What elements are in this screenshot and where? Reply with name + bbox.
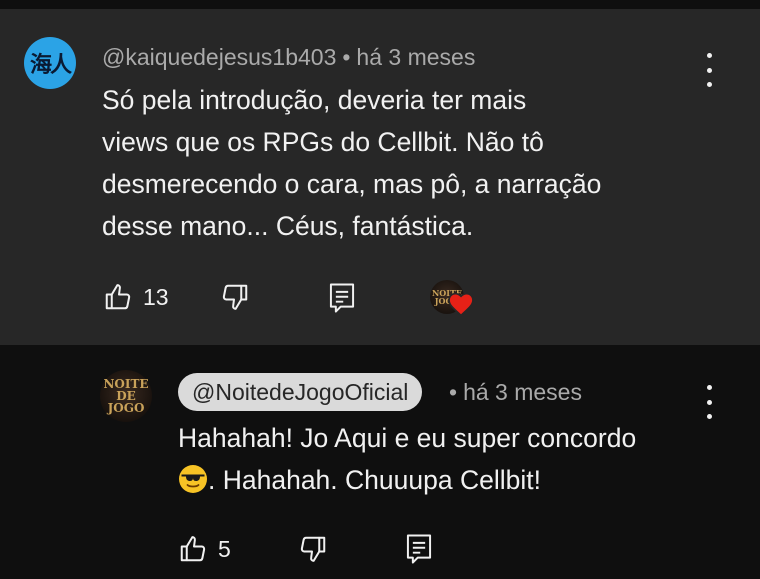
comment-dislike-button[interactable]	[219, 282, 251, 312]
reply-body: Hahahah! Jo Aqui e eu super concordo . H…	[178, 417, 636, 501]
reply-dislike-button[interactable]	[297, 534, 329, 564]
reply-line: . Hahahah. Chuuupa Cellbit!	[178, 459, 636, 501]
reply-icon	[329, 283, 355, 313]
avatar-text: NOITE DE JOGO	[103, 377, 149, 415]
creator-heart[interactable]: NOITE JOGO	[430, 280, 480, 324]
reply-like-button[interactable]: 5	[178, 534, 231, 564]
reply-line: Hahahah! Jo Aqui e eu super concordo	[178, 423, 637, 453]
meta-separator: •	[342, 44, 351, 70]
comment-reply-button[interactable]	[327, 282, 357, 314]
comment-line: Só pela introdução, deveria ter mais	[102, 85, 527, 115]
like-icon	[180, 536, 206, 562]
like-count: 13	[143, 283, 169, 310]
commenter-avatar[interactable]: 海人	[24, 37, 76, 89]
reply-reply-button[interactable]	[404, 533, 434, 565]
comment-body: Só pela introdução, deveria ter mais vie…	[102, 79, 601, 247]
comment-like-button[interactable]: 13	[103, 282, 169, 312]
reply-more-button[interactable]	[699, 385, 719, 419]
sunglasses-emoji	[179, 465, 207, 493]
reply-avatar[interactable]: NOITE DE JOGO	[100, 370, 152, 422]
reply-author-chip[interactable]: @NoitedeJogoOficial	[178, 373, 423, 411]
comment-author[interactable]: @kaiquedejesus1b403	[102, 44, 336, 70]
comment-line: views que os RPGs do Cellbit. Não tô	[102, 127, 544, 157]
comment-time[interactable]: há 3 meses	[356, 44, 475, 70]
like-count: 5	[218, 535, 231, 562]
reply-icon	[406, 534, 432, 564]
reply-meta: • há 3 meses	[449, 379, 582, 406]
dislike-icon	[300, 536, 326, 562]
heart-icon	[448, 292, 474, 316]
reply-time[interactable]: há 3 meses	[463, 379, 582, 405]
meta-separator: •	[449, 379, 458, 405]
dislike-icon	[222, 284, 248, 310]
more-vert-icon	[706, 53, 712, 58]
comment-more-button[interactable]	[699, 53, 719, 87]
more-vert-icon	[706, 385, 712, 390]
avatar-text: 海人	[29, 52, 72, 78]
like-icon	[105, 284, 131, 310]
comment-line: desse mano... Céus, fantástica.	[102, 211, 474, 241]
reply-line-text: . Hahahah. Chuuupa Cellbit!	[208, 465, 541, 495]
comment-line: desmerecendo o cara, mas pô, a narração	[102, 169, 602, 199]
comment-meta: @kaiquedejesus1b403 • há 3 meses	[102, 44, 475, 71]
